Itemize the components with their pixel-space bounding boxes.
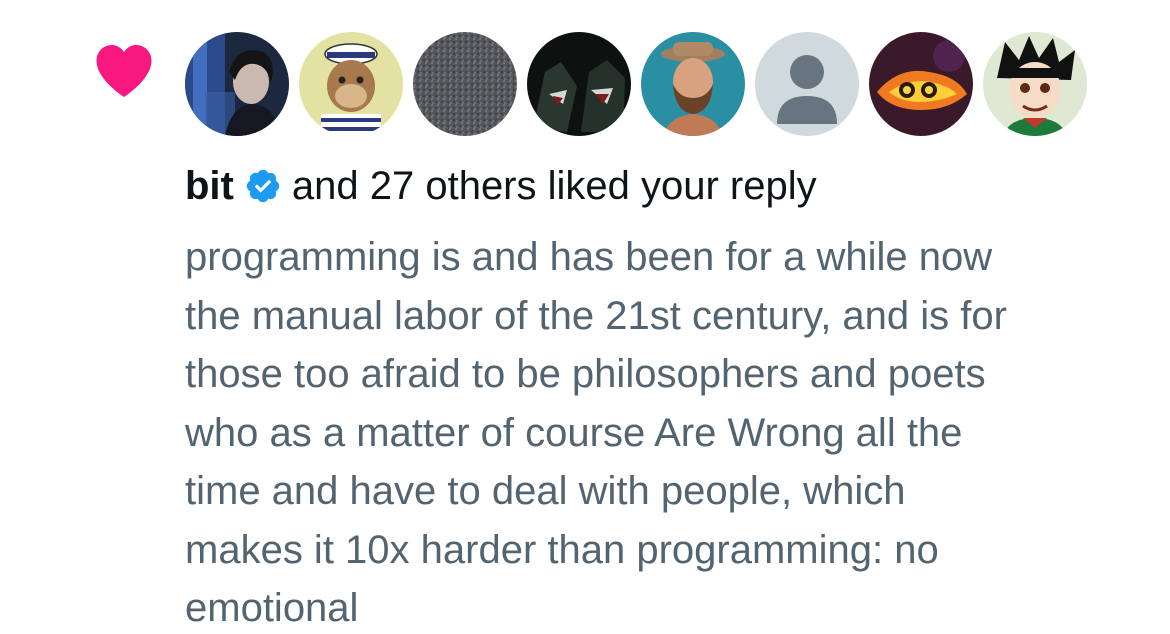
verified-badge-icon xyxy=(246,169,280,203)
avatar-anime-boy[interactable] xyxy=(983,32,1087,136)
reply-line: the manual labor of the 21st century, an… xyxy=(185,293,1007,338)
heart-icon xyxy=(96,45,152,97)
avatar-wolves[interactable] xyxy=(527,32,631,136)
like-notification[interactable]: bit and 27 others liked your reply progr… xyxy=(0,0,1170,634)
reply-line: who as a matter of course Are Wrong all … xyxy=(185,410,963,455)
notification-headline: bit and 27 others liked your reply xyxy=(185,162,817,210)
reply-line: emotional xyxy=(185,586,359,630)
avatar-noise[interactable] xyxy=(413,32,517,136)
avatar-bearded-man[interactable] xyxy=(641,32,745,136)
notification-action-text: and 27 others liked your reply xyxy=(291,164,817,208)
liker-username[interactable]: bit xyxy=(185,162,234,210)
reply-line: makes it 10x harder than programming: no xyxy=(185,527,939,572)
liker-avatars xyxy=(185,32,1087,136)
reply-preview-text[interactable]: programming is and has been for a while … xyxy=(185,228,1145,634)
avatar-ape-sailor[interactable] xyxy=(299,32,403,136)
reply-line: time and have to deal with people, which xyxy=(185,469,906,513)
reply-line: programming is and has been for a while … xyxy=(185,235,993,279)
avatar-dark-portrait[interactable] xyxy=(185,32,289,136)
reply-line: those too afraid to be philosophers and … xyxy=(185,352,986,396)
avatar-fire-robot[interactable] xyxy=(869,32,973,136)
avatar-default-profile[interactable] xyxy=(755,32,859,136)
